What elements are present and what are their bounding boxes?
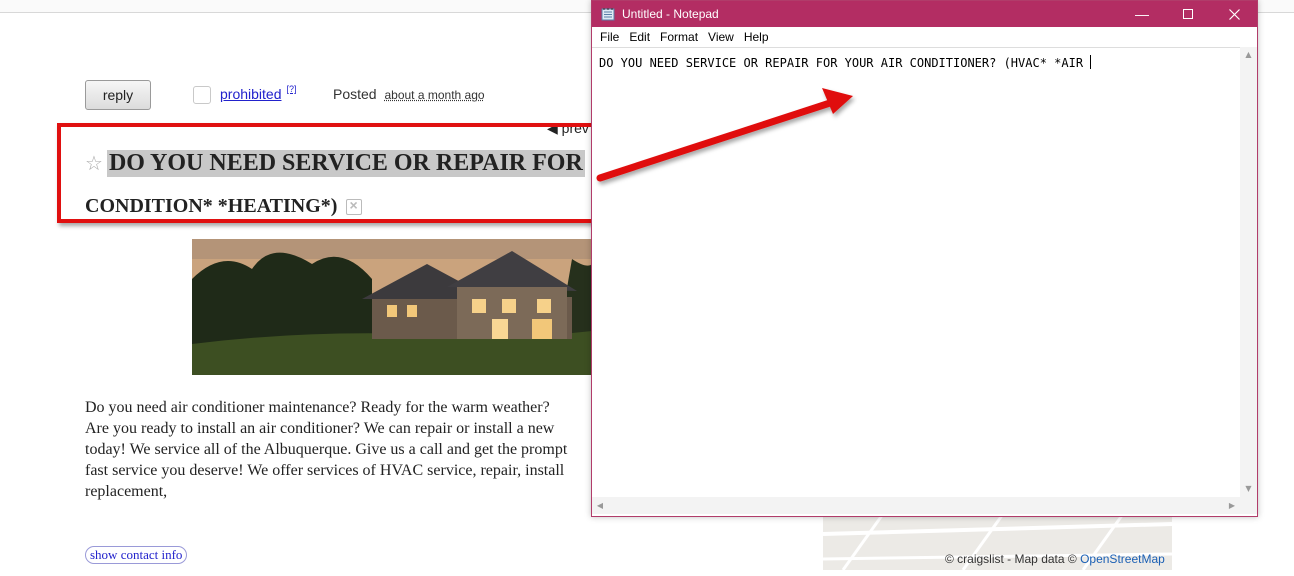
notepad-content: DO YOU NEED SERVICE OR REPAIR FOR YOUR A… [599,55,1092,70]
notepad-menu-bar: File Edit Format View Help [592,27,1257,47]
menu-help[interactable]: Help [739,30,774,44]
prohibited-help-link[interactable]: [?] [287,84,297,94]
posting-body: Do you need air conditioner maintenance?… [85,397,590,502]
menu-file[interactable]: File [595,30,624,44]
map-credit-text: © craigslist - Map data © [945,552,1077,566]
prohibited-link[interactable]: prohibited [220,86,282,102]
posting-body-line: today! We service all of the Albuquerque… [85,441,568,458]
posted-date: Posted about a month ago [333,86,485,102]
maximize-icon[interactable] [1165,1,1211,27]
scroll-left-icon[interactable]: ◀ [592,497,608,514]
text-caret [1090,55,1092,69]
highlight-annotation-box [57,123,598,223]
horizontal-scrollbar[interactable]: ◀ ▶ [592,497,1240,514]
posting-body-line: fast service you deserve! We offer servi… [85,462,565,479]
menu-format[interactable]: Format [655,30,703,44]
minimize-icon[interactable]: — [1119,1,1165,27]
posted-label: Posted [333,86,377,102]
menu-view[interactable]: View [703,30,739,44]
prohibited-checkbox[interactable] [193,86,211,104]
scroll-up-icon[interactable]: ▲ [1240,47,1257,63]
notepad-title-bar[interactable]: Untitled - Notepad — [592,1,1257,27]
notepad-text: DO YOU NEED SERVICE OR REPAIR FOR YOUR A… [599,56,1091,70]
posting-body-line: Do you need air conditioner maintenance?… [85,399,550,416]
close-icon[interactable] [1211,1,1257,27]
posting-body-line: replacement, [85,483,168,500]
scrollbar-corner [1240,497,1257,514]
house-photo-illustration [192,239,592,375]
map-attribution: © craigslist - Map data © OpenStreetMap [945,552,1165,566]
reply-button[interactable]: reply [85,80,151,110]
notepad-app-icon [601,8,615,21]
menu-edit[interactable]: Edit [624,30,655,44]
notepad-text-area[interactable]: DO YOU NEED SERVICE OR REPAIR FOR YOUR A… [592,47,1240,498]
flag-prohibited[interactable]: prohibited [?] [193,84,297,104]
posting-body-line: Are you ready to install an air conditio… [85,420,555,437]
posted-ago: about a month ago [384,88,485,102]
scroll-right-icon[interactable]: ▶ [1224,497,1240,514]
scroll-down-icon[interactable]: ▼ [1240,481,1257,497]
show-contact-info-button[interactable]: show contact info [85,546,188,564]
notepad-window[interactable]: Untitled - Notepad — File Edit Format Vi… [591,0,1258,517]
notepad-title: Untitled - Notepad [622,7,719,21]
posting-photo[interactable] [192,239,592,375]
vertical-scrollbar[interactable]: ▲ ▼ [1240,47,1257,497]
openstreetmap-link[interactable]: OpenStreetMap [1080,552,1165,566]
